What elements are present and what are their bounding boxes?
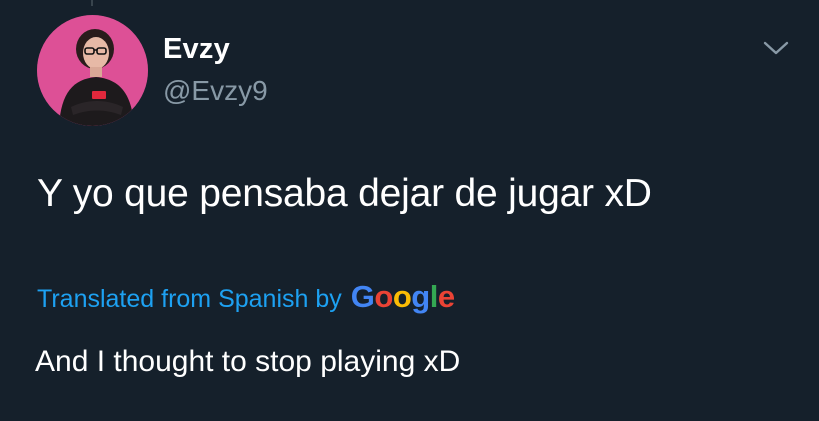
tweet-menu-button[interactable] (760, 34, 792, 62)
tweet-text: Y yo que pensaba dejar de jugar xD (37, 172, 652, 215)
avatar[interactable] (37, 15, 148, 126)
thread-connector-line (91, 0, 93, 6)
google-logo-letter: l (429, 279, 439, 314)
google-logo-letter: o (374, 279, 393, 314)
translation-attribution: Translated from Spanish by Google (37, 279, 455, 315)
avatar-image (37, 15, 148, 126)
tweet-card[interactable]: Evzy @Evzy9 Y yo que pensaba dejar de ju… (0, 0, 819, 421)
display-name[interactable]: Evzy (163, 33, 230, 66)
google-logo-letter: g (411, 279, 430, 314)
google-logo-letter: o (392, 279, 412, 314)
user-handle[interactable]: @Evzy9 (163, 75, 268, 107)
translated-text: And I thought to stop playing xD (35, 345, 461, 378)
translated-from-link[interactable]: Translated from Spanish by (37, 285, 342, 314)
google-logo-letter: e (437, 279, 455, 314)
google-logo[interactable]: Google (351, 279, 455, 315)
google-logo-letter: G (350, 279, 375, 314)
chevron-down-icon (763, 41, 789, 55)
